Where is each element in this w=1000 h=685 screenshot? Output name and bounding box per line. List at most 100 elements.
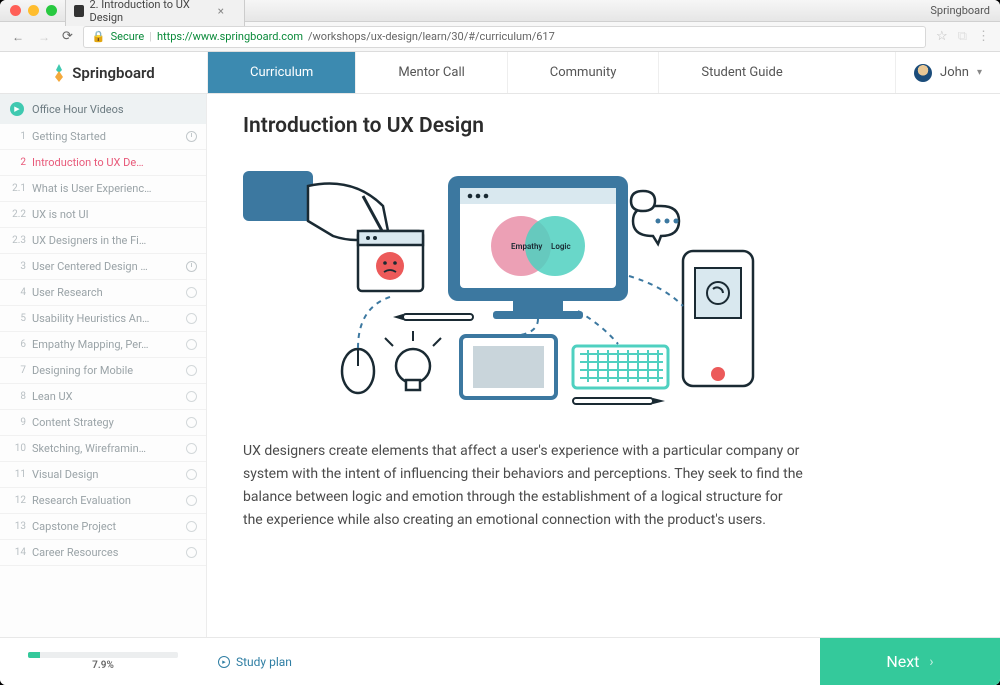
- user-menu[interactable]: John ▾: [895, 52, 1000, 93]
- sidebar-header[interactable]: ▶ Office Hour Videos: [0, 94, 206, 124]
- sidebar-item-num: 1: [6, 131, 26, 142]
- maximize-window-icon[interactable]: [46, 5, 57, 16]
- sidebar-item-label: Research Evaluation: [32, 494, 180, 507]
- nav-tab-student-guide[interactable]: Student Guide: [658, 52, 824, 93]
- sidebar-item-num: 10: [6, 443, 26, 454]
- nav-tab-mentor-call[interactable]: Mentor Call: [355, 52, 506, 93]
- secure-label: Secure: [111, 30, 145, 43]
- extension-icon[interactable]: ⧉: [958, 29, 967, 44]
- url-host: https://www.springboard.com: [157, 30, 303, 43]
- sidebar-item[interactable]: 14 Career Resources: [0, 540, 206, 566]
- sidebar-item-label: Usability Heuristics An…: [32, 312, 180, 325]
- sidebar-item-label: UX Designers in the Fi…: [32, 234, 180, 247]
- sidebar-item[interactable]: 6 Empathy Mapping, Per…: [0, 332, 206, 358]
- menu-icon[interactable]: ⋮: [977, 29, 990, 44]
- minimize-window-icon[interactable]: [28, 5, 39, 16]
- sidebar-item[interactable]: 10 Sketching, Wireframin…: [0, 436, 206, 462]
- circle-icon: [186, 313, 198, 325]
- status-empty: [186, 183, 198, 195]
- sidebar-item[interactable]: 5 Usability Heuristics An…: [0, 306, 206, 332]
- sidebar-item[interactable]: 11Visual Design: [0, 462, 206, 488]
- circle-icon: [186, 443, 198, 455]
- progress: 7.9%: [28, 652, 178, 671]
- window-controls: [0, 5, 57, 16]
- nav-tab-curriculum[interactable]: Curriculum: [207, 52, 355, 93]
- sidebar-item-label: What is User Experienc…: [32, 182, 180, 195]
- reload-icon[interactable]: ⟳: [62, 29, 73, 44]
- sidebar-item-num: 2.2: [6, 209, 26, 220]
- circle-icon: [186, 287, 198, 299]
- star-icon[interactable]: ☆: [936, 29, 948, 44]
- sidebar-item[interactable]: 8Lean UX: [0, 384, 206, 410]
- page-title: Introduction to UX Design: [243, 114, 968, 138]
- lock-icon: 🔒: [92, 30, 106, 43]
- sidebar-item[interactable]: 9Content Strategy: [0, 410, 206, 436]
- next-label: Next: [886, 652, 919, 671]
- sidebar-item-num: 2: [6, 157, 26, 168]
- sidebar-item-num: 6: [6, 339, 26, 350]
- study-plan-icon: ▸: [218, 656, 230, 668]
- sidebar-item[interactable]: 2.1 What is User Experienc…: [0, 176, 206, 202]
- study-plan-link[interactable]: ▸ Study plan: [218, 655, 292, 669]
- brand-logo[interactable]: Springboard: [0, 52, 207, 93]
- progress-label: 7.9%: [92, 660, 114, 671]
- forward-icon[interactable]: →: [36, 30, 52, 44]
- sidebar-item[interactable]: 2 Introduction to UX De…: [0, 150, 206, 176]
- sidebar-item-label: Introduction to UX De…: [32, 156, 180, 169]
- sidebar-item-label: Sketching, Wireframin…: [32, 442, 180, 455]
- progress-fill: [28, 652, 40, 658]
- brand-text: Springboard: [72, 64, 155, 82]
- close-window-icon[interactable]: [10, 5, 21, 16]
- nav-tab-community[interactable]: Community: [507, 52, 659, 93]
- circle-icon: [186, 339, 198, 351]
- progress-bar: [28, 652, 178, 658]
- sidebar-item-num: 5: [6, 313, 26, 324]
- avatar: [914, 64, 932, 82]
- venn-right-label: Logic: [551, 242, 571, 251]
- sidebar-item[interactable]: 12 Research Evaluation: [0, 488, 206, 514]
- venn-left-label: Empathy: [511, 242, 542, 251]
- springboard-icon: [52, 64, 66, 82]
- sidebar-item[interactable]: 4 User Research: [0, 280, 206, 306]
- back-icon[interactable]: ←: [10, 30, 26, 44]
- circle-icon: [186, 391, 198, 403]
- circle-icon: [186, 547, 198, 559]
- chevron-right-icon: ›: [929, 654, 933, 670]
- sidebar-item-num: 12: [6, 495, 26, 506]
- sidebar-item[interactable]: 13Capstone Project: [0, 514, 206, 540]
- window-titlebar: 2. Introduction to UX Design × Springboa…: [0, 0, 1000, 22]
- sidebar-item[interactable]: 2.2 UX is not UI: [0, 202, 206, 228]
- sidebar-item[interactable]: 2.3 UX Designers in the Fi…: [0, 228, 206, 254]
- tab-close-icon[interactable]: ×: [218, 4, 224, 18]
- favicon-icon: [74, 5, 84, 17]
- top-nav: Springboard CurriculumMentor CallCommuni…: [0, 52, 1000, 94]
- sidebar-item-num: 7: [6, 365, 26, 376]
- sidebar-item[interactable]: 3User Centered Design …: [0, 254, 206, 280]
- sidebar-item[interactable]: 7Designing for Mobile: [0, 358, 206, 384]
- sidebar-item-label: UX is not UI: [32, 208, 180, 221]
- sidebar-item-num: 2.1: [6, 183, 26, 194]
- circle-icon: [186, 495, 198, 507]
- sidebar-header-text: Office Hour Videos: [32, 103, 124, 116]
- url-path: /workshops/ux-design/learn/30/#/curricul…: [308, 30, 555, 43]
- hero-illustration: Empathy Logic: [243, 156, 763, 416]
- sidebar-item-num: 3: [6, 261, 26, 272]
- sidebar-item-label: Empathy Mapping, Per…: [32, 338, 180, 351]
- sidebar-item-label: Getting Started: [32, 130, 180, 143]
- content-area: Introduction to UX Design: [207, 94, 1000, 637]
- sidebar-item-num: 9: [6, 417, 26, 428]
- sidebar-item-num: 14: [6, 547, 26, 558]
- status-empty: [186, 209, 198, 221]
- next-button[interactable]: Next ›: [820, 638, 1000, 685]
- sidebar-item-label: User Research: [32, 286, 180, 299]
- browser-tab[interactable]: 2. Introduction to UX Design ×: [65, 0, 245, 26]
- body-paragraph: UX designers create elements that affect…: [243, 440, 803, 532]
- sidebar-item-num: 2.3: [6, 235, 26, 246]
- chevron-down-icon: ▾: [977, 67, 982, 78]
- sidebar-item-label: Career Resources: [32, 546, 180, 559]
- tab-title: 2. Introduction to UX Design: [89, 0, 208, 24]
- sidebar-item[interactable]: 1 Getting Started: [0, 124, 206, 150]
- url-input[interactable]: 🔒 Secure | https://www.springboard.com/w…: [83, 26, 926, 48]
- sidebar-item-num: 13: [6, 521, 26, 532]
- sidebar-item-num: 4: [6, 287, 26, 298]
